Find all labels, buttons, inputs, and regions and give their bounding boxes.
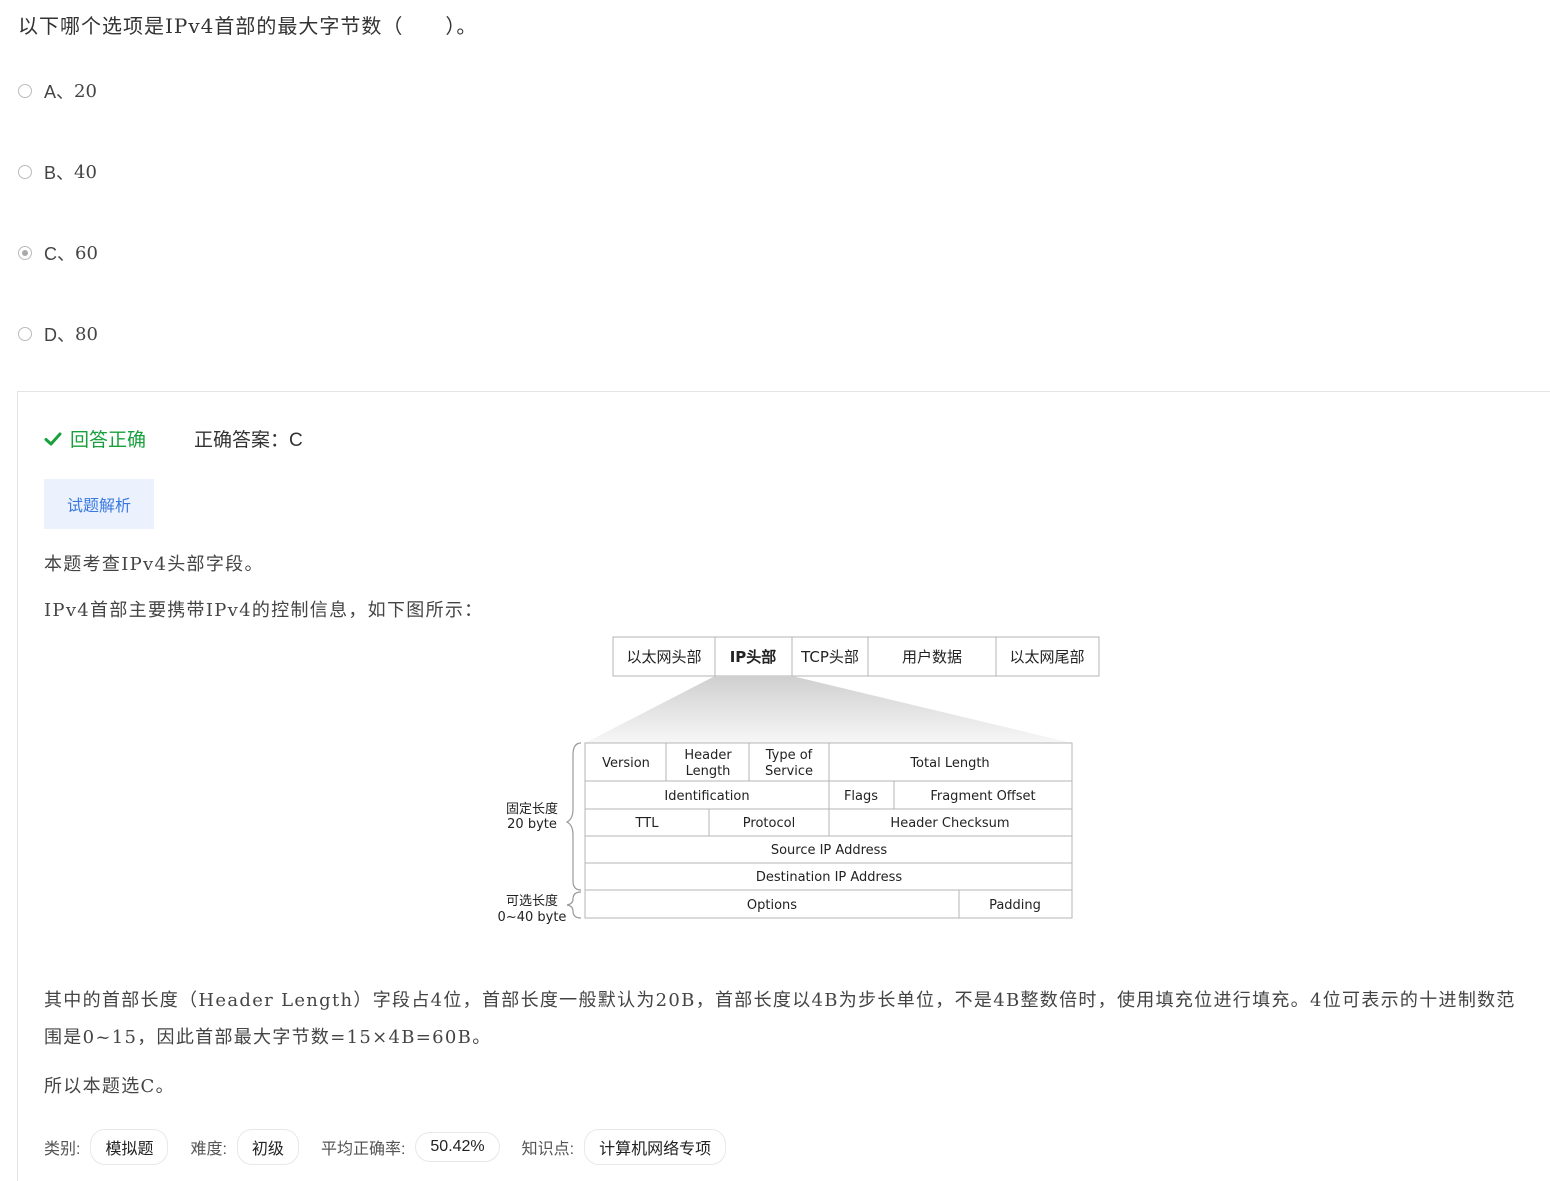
question-text: 以下哪个选项是IPv4首部的最大字节数（ ）。: [18, 14, 478, 38]
frame-user-data: 用户数据: [902, 648, 962, 666]
knowledge-badge: 计算机网络专项: [584, 1129, 727, 1165]
category-label: 类别:: [44, 1141, 81, 1158]
accuracy-badge: 50.42%: [415, 1132, 500, 1162]
field-protocol: Protocol: [743, 816, 795, 831]
frame-tcp-header: TCP头部: [800, 648, 859, 666]
option-c[interactable]: C、 60: [18, 240, 98, 266]
option-a-letter: A、: [44, 82, 75, 102]
correct-answer: 正确答案：C: [194, 430, 303, 451]
result-status: 回答正确: [44, 425, 146, 452]
optional-length-label: 可选长度: [506, 893, 558, 909]
option-b-letter: B、: [44, 163, 75, 183]
accuracy-label: 平均正确率:: [320, 1141, 406, 1158]
option-d-text: 80: [75, 323, 98, 345]
field-tos-1: Type of: [765, 748, 813, 763]
field-header-length-2: Length: [686, 764, 731, 779]
option-c-text: 60: [75, 242, 98, 264]
field-destination-ip: Destination IP Address: [756, 870, 903, 885]
option-c-letter: C、: [44, 244, 75, 264]
ipv4-header-diagram: 以太网头部 IP头部 TCP头部 用户数据 以太网尾部 Version Head…: [498, 636, 1100, 925]
category-badge: 模拟题: [90, 1129, 169, 1165]
option-b-text: 40: [74, 161, 97, 183]
option-a-radio[interactable]: [18, 84, 32, 98]
field-fragment-offset: Fragment Offset: [930, 789, 1035, 804]
frame-ip-header: IP头部: [730, 648, 777, 666]
explanation-p1: 本题考查IPv4头部字段。: [44, 554, 264, 575]
field-padding: Padding: [989, 898, 1041, 913]
field-tos-2: Service: [765, 764, 813, 779]
field-source-ip: Source IP Address: [771, 843, 888, 858]
field-options: Options: [747, 898, 797, 913]
explanation-p2: IPv4首部主要携带IPv4的控制信息，如下图所示：: [44, 600, 484, 621]
result-row: 回答正确 正确答案：C: [44, 425, 303, 452]
difficulty-badge: 初级: [236, 1129, 299, 1165]
fixed-length-value: 20 byte: [507, 817, 557, 832]
option-d-radio[interactable]: [18, 327, 32, 341]
field-ttl: TTL: [635, 816, 660, 831]
explanation-p4: 所以本题选C。: [44, 1076, 175, 1097]
knowledge-label: 知识点:: [521, 1141, 575, 1158]
fixed-length-label: 固定长度: [506, 801, 558, 817]
fixed-length-brace: [565, 742, 582, 891]
option-c-radio[interactable]: [18, 246, 32, 260]
option-a-text: 20: [74, 80, 97, 102]
option-a[interactable]: A、 20: [18, 78, 97, 104]
field-identification: Identification: [664, 789, 749, 804]
option-d[interactable]: D、 80: [18, 321, 98, 347]
frame-ethernet-header: 以太网头部: [626, 648, 701, 666]
option-d-letter: D、: [44, 325, 75, 345]
check-icon: [44, 432, 62, 445]
tab-analysis[interactable]: 试题解析: [44, 479, 154, 529]
expansion-fan: [585, 676, 1072, 743]
field-flags: Flags: [844, 789, 878, 804]
option-b[interactable]: B、 40: [18, 159, 97, 185]
option-b-radio[interactable]: [18, 165, 32, 179]
field-header-length-1: Header: [684, 748, 732, 763]
optional-length-brace: [566, 891, 582, 919]
optional-length-value: 0~40 byte: [498, 910, 567, 925]
difficulty-label: 难度:: [190, 1141, 227, 1158]
explanation-p3: 其中的首部长度（Header Length）字段占4位，首部长度一般默认为20B…: [44, 990, 1516, 1048]
result-status-text: 回答正确: [70, 430, 147, 451]
field-total-length: Total Length: [909, 756, 989, 771]
frame-ethernet-trailer: 以太网尾部: [1009, 648, 1084, 666]
field-header-checksum: Header Checksum: [890, 816, 1009, 831]
meta-tags: 类别: 模拟题 难度: 初级 平均正确率: 50.42% 知识点: 计算机网络专…: [44, 1129, 748, 1165]
field-version: Version: [602, 756, 650, 771]
